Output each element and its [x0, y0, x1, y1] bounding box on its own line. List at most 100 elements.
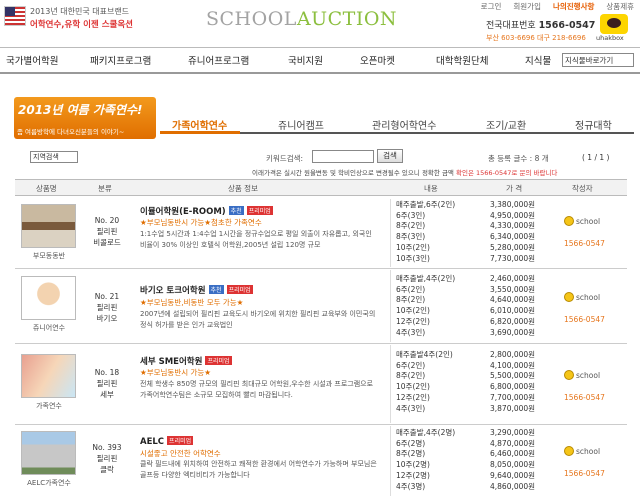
product-thumbnail[interactable] [21, 431, 76, 475]
product-number: No. 393 [92, 443, 122, 452]
tab-family-language[interactable]: 가족어학연수 [172, 117, 227, 132]
nav-item-gov-support[interactable]: 국비지원 [288, 53, 323, 67]
partnership-link[interactable]: 상품제휴 [606, 1, 634, 12]
nav-item-open-market[interactable]: 오픈마켓 [360, 53, 395, 67]
row-divider [15, 343, 627, 344]
my-progress-link[interactable]: 나의진행사항 [553, 1, 594, 12]
page-indicator: ( 1 / 1 ) [582, 153, 610, 162]
nav-item-knowledge[interactable]: 지식물 [525, 53, 551, 67]
price-item: 3,550,000원 [490, 284, 536, 294]
product-title[interactable]: 세부 SME어학원 프리미엄 [140, 355, 232, 367]
thumbnail-caption: 부모동동반 [32, 252, 66, 260]
nav-top-divider [0, 47, 640, 48]
kakaotalk-icon[interactable] [600, 14, 628, 34]
banner-title: 2013년 여름 가족연수! [18, 103, 143, 117]
product-title[interactable]: AELC 프리미엄 [140, 436, 194, 447]
price-item: 4,950,000원 [490, 210, 536, 220]
talk-label: uhakbox [596, 34, 624, 42]
price-item: 6,820,000원 [490, 316, 536, 326]
price-list: 2,460,000원 3,550,000원 4,640,000원 6,010,000원… [490, 274, 535, 338]
column-divider [390, 426, 391, 496]
tab-early-exchange[interactable]: 조기/교환 [486, 117, 526, 132]
nav-item-junior[interactable]: 쥬니어프로그램 [188, 53, 249, 67]
product-country: 필리핀 [96, 227, 118, 236]
site-logo[interactable]: SCHOOLAUCTION [206, 8, 397, 30]
product-description: 전체 학생수 850명 규모의 필리핀 최대규모 어학원,우수한 시설과 프로그… [140, 380, 374, 399]
duration-item: 6주(3인) [396, 210, 426, 220]
price-item: 6,460,000원 [490, 449, 536, 459]
col-header-info: 상품 정보 [228, 184, 258, 193]
price-item: 4,870,000원 [490, 438, 536, 448]
signup-link[interactable]: 회원가입 [513, 1, 541, 12]
product-country: 필리핀 [96, 303, 118, 312]
duration-item: 10주(2인) [396, 306, 430, 316]
premium-badge: 프리미엄 [205, 356, 232, 365]
nav-item-country-schools[interactable]: 국가별어학원 [6, 53, 58, 67]
keyword-input[interactable] [312, 150, 374, 163]
price-item: 2,800,000원 [490, 350, 536, 359]
product-category: No. 393 필리핀 클락 [86, 442, 128, 475]
nav-item-university[interactable]: 대학학원단체 [436, 53, 488, 67]
duration-item: 12주(2인) [396, 316, 430, 326]
price-item: 6,340,000원 [490, 232, 536, 242]
product-category: No. 20 필리핀 비콜로드 [86, 215, 128, 248]
region-select[interactable]: 지역검색 [30, 151, 78, 163]
writer-name: school [576, 371, 601, 380]
product-city: 비콜로드 [93, 238, 121, 247]
product-title[interactable]: 바기오 토크어학원 추천 프리미엄 [140, 284, 253, 296]
col-header-product: 상품명 [36, 184, 57, 193]
writer-name: school [576, 447, 601, 456]
price-item: 3,290,000원 [490, 428, 536, 437]
writer-name: school [576, 293, 601, 302]
duration-item: 10주(3인) [396, 253, 430, 263]
duration-item: 8주(2인) [396, 221, 426, 231]
logo-text-auction: AUCTION [296, 8, 398, 30]
price-list: 3,380,000원 4,950,000원 4,330,000원 6,340,000원… [490, 200, 535, 264]
duration-item: 12주(2인) [396, 392, 430, 402]
col-header-price: 가 격 [506, 184, 523, 193]
product-thumbnail[interactable] [21, 354, 76, 398]
column-divider [390, 345, 391, 423]
product-thumbnail[interactable] [21, 276, 76, 320]
row-divider [15, 424, 627, 425]
premium-badge: 프리미엄 [226, 285, 253, 294]
award-line: 2013년 대한민국 대표브랜드 [30, 7, 130, 16]
tab-junior-camp[interactable]: 쥬니어캠프 [278, 117, 324, 132]
premium-badge: 프리미엄 [167, 436, 194, 445]
total-count: 총 등록 글수 : 8 개 [488, 154, 549, 163]
writer-name: school [576, 217, 601, 226]
duration-item: 매주출발,4주(2인) [396, 274, 456, 283]
duration-item: 10주(2인) [396, 242, 430, 252]
product-city: 세부 [100, 390, 114, 399]
nav-item-package[interactable]: 패키지프로그램 [90, 53, 151, 67]
col-header-writer: 작성자 [572, 184, 593, 193]
login-link[interactable]: 로그인 [481, 1, 502, 12]
price-item: 7,730,000원 [490, 253, 536, 263]
product-title-text: AELC [140, 437, 165, 447]
product-thumbnail[interactable] [21, 204, 76, 248]
thumbnail-caption: 쥬니어연수 [32, 324, 66, 332]
duration-item: 12주(2명) [396, 470, 430, 480]
price-item: 5,500,000원 [490, 371, 536, 381]
product-promo: 시설좋고 안전한 어학연수 [140, 449, 221, 458]
duration-item: 매주출발4주(2인) [396, 350, 453, 359]
duration-item: 4주(3인) [396, 403, 426, 413]
knowledge-shortcut-select[interactable]: 지식물바로가기 [562, 53, 634, 67]
duration-list: 매주출발,4주(2인) 6주(2인) 8주(2인) 10주(2인) 12주(2인) 4주(… [396, 274, 455, 338]
top-links: 로그인 회원가입 나의진행사항 상품제휴 [481, 1, 634, 12]
price-item: 3,690,000원 [490, 327, 536, 337]
tab-managed-language[interactable]: 관리형어학연수 [372, 117, 436, 132]
duration-item: 8주(2명) [396, 449, 426, 459]
award-slogan: 어학연수,유학 이젠 스쿨옥션 [30, 20, 133, 30]
premium-badge: 프리미엄 [246, 206, 273, 215]
price-item: 8,050,000원 [490, 460, 536, 470]
writer-smile-icon [564, 216, 574, 226]
recommend-badge: 추천 [228, 206, 244, 215]
search-button[interactable]: 검색 [377, 149, 403, 163]
price-item: 2,460,000원 [490, 274, 536, 283]
price-item: 4,100,000원 [490, 360, 536, 370]
product-title[interactable]: 이뮬어학원(E-ROOM) 추천 프리미엄 [140, 205, 273, 217]
branch-phones: 부산 603-6696 대구 218-6696 [486, 34, 586, 42]
recommend-badge: 추천 [208, 285, 224, 294]
tab-regular-university[interactable]: 정규대학 [575, 117, 612, 132]
